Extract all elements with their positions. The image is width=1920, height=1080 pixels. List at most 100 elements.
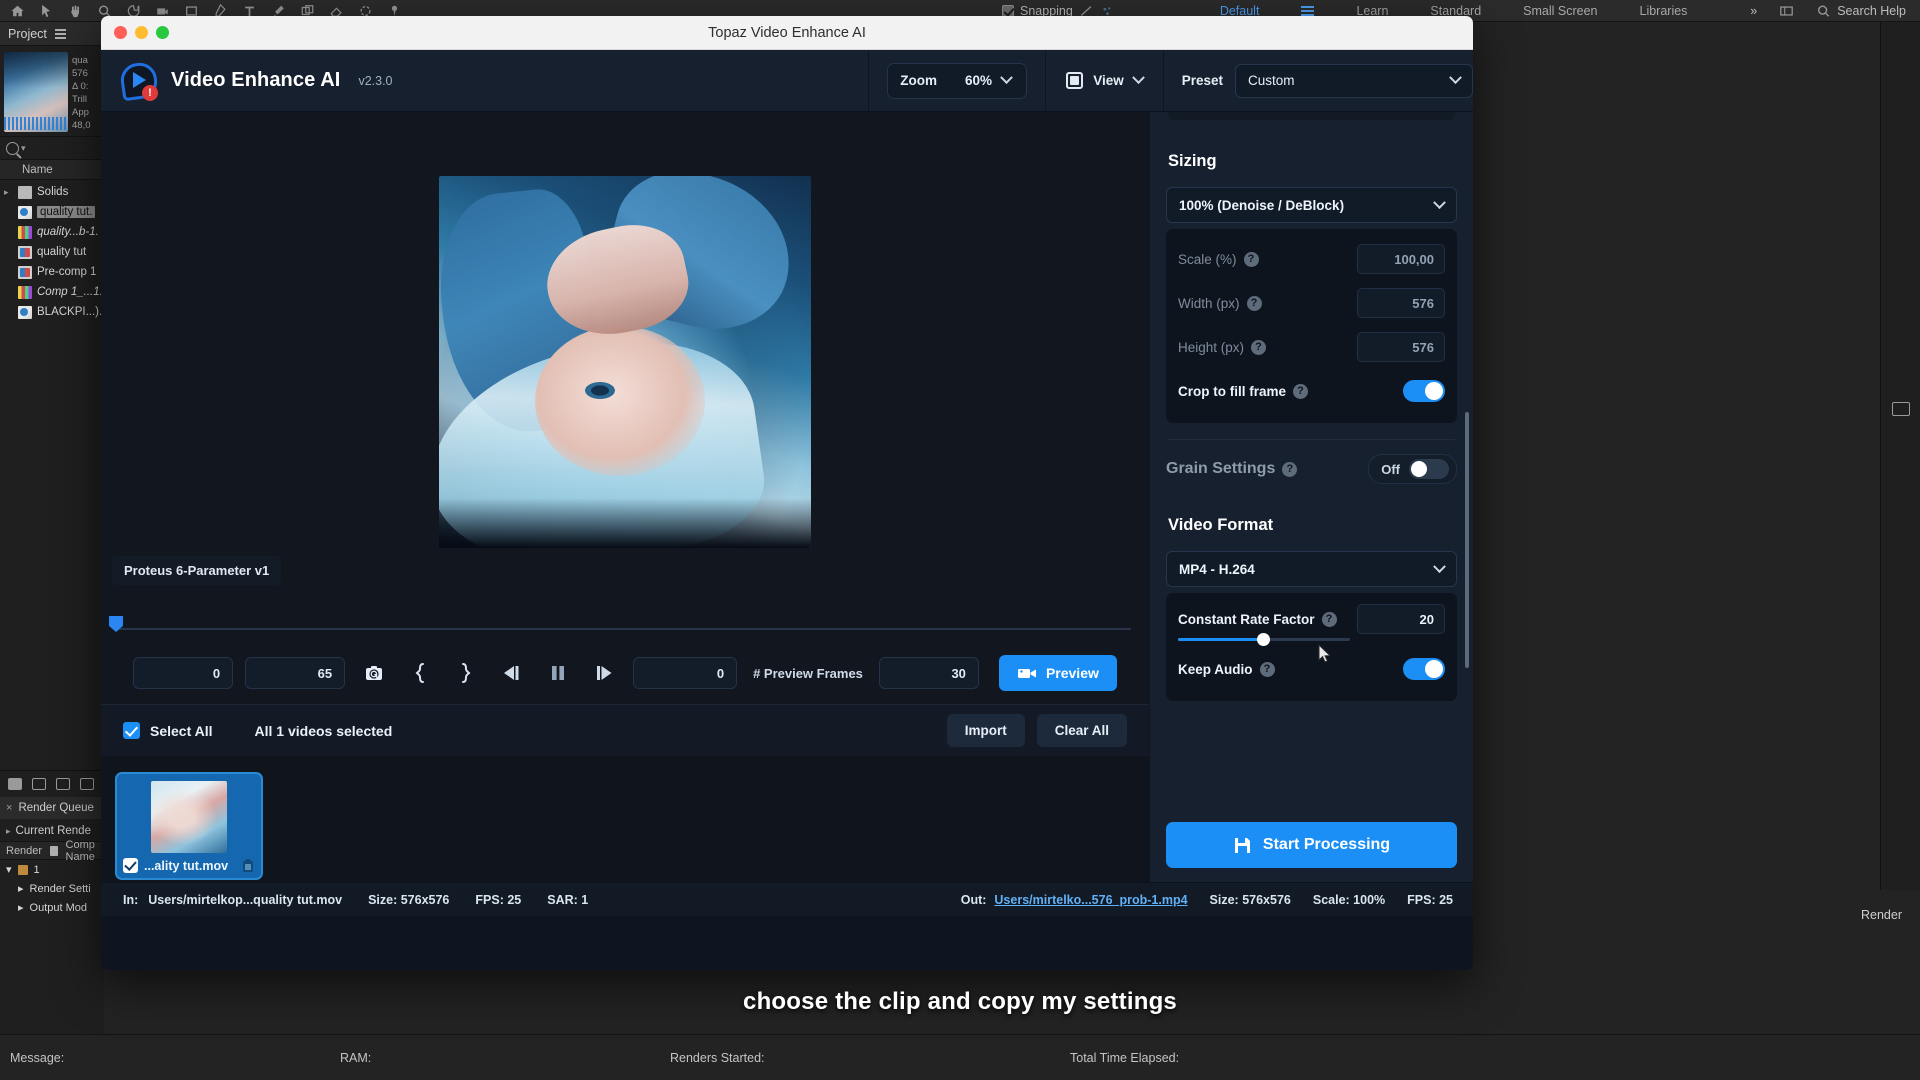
chevron-down-icon[interactable]: ▾ <box>21 143 26 154</box>
render-button[interactable]: Render <box>1861 908 1902 922</box>
video-preview-area[interactable]: Proteus 6-Parameter v1 <box>101 112 1149 612</box>
end-frame-input[interactable]: 65 <box>245 657 346 689</box>
current-frame-input[interactable]: 0 <box>633 657 738 689</box>
codec-value: MP4 - H.264 <box>1179 561 1255 577</box>
preset-dropdown[interactable]: Custom <box>1235 63 1473 98</box>
home-icon[interactable] <box>10 4 25 18</box>
help-icon[interactable]: ? <box>1243 251 1259 267</box>
set-out-point-icon[interactable] <box>449 656 483 690</box>
workspace-tab-libraries[interactable]: Libraries <box>1640 4 1688 18</box>
grain-toggle-wrap[interactable]: Off <box>1368 454 1457 484</box>
project-toolbar[interactable] <box>0 771 104 797</box>
chevron-down-icon[interactable] <box>1433 195 1446 209</box>
crop-to-fill-toggle[interactable] <box>1403 380 1445 402</box>
project-item-list[interactable]: ▸ Solids quality tut. quality...b-1. qua… <box>0 180 103 322</box>
settings-scrollbar[interactable] <box>1465 412 1469 668</box>
chevron-down-icon[interactable] <box>1131 71 1145 85</box>
render-color-swatch <box>17 864 28 875</box>
chevron-down-icon[interactable] <box>1000 71 1013 85</box>
disclosure-icon[interactable]: ▸ <box>6 826 11 837</box>
preview-frames-input[interactable]: 30 <box>878 657 979 689</box>
start-processing-button[interactable]: Start Processing <box>1166 822 1457 868</box>
list-item[interactable]: Pre-comp 1 <box>0 262 103 282</box>
disclosure-icon[interactable]: ▸ <box>18 882 24 895</box>
search-help[interactable]: Search Help <box>1816 4 1906 18</box>
crf-slider-handle[interactable] <box>1257 633 1271 646</box>
width-input[interactable]: 576 <box>1357 288 1445 318</box>
search-icon[interactable] <box>1816 4 1831 18</box>
crf-input[interactable]: 20 <box>1357 604 1445 634</box>
help-icon[interactable]: ? <box>1293 383 1309 399</box>
scale-input[interactable]: 100,00 <box>1357 244 1445 274</box>
render-queue-tab-label[interactable]: Render Queue <box>18 802 93 814</box>
select-all-checkbox[interactable] <box>123 722 140 739</box>
help-icon[interactable]: ? <box>1246 295 1262 311</box>
workspace-overflow-icon[interactable]: » <box>1750 4 1757 18</box>
workspace-menu-icon[interactable] <box>1301 5 1315 16</box>
menubar-right-cluster[interactable]: » Search Help <box>1750 4 1920 18</box>
step-back-icon[interactable] <box>495 656 529 690</box>
help-icon[interactable]: ? <box>1282 461 1298 477</box>
search-icon[interactable] <box>6 141 19 155</box>
delete-file-icon[interactable] <box>241 858 255 873</box>
disclosure-icon[interactable]: ▾ <box>6 863 12 876</box>
list-item[interactable]: quality tut <box>0 242 103 262</box>
effects-panel-icon[interactable] <box>1891 402 1910 416</box>
step-forward-icon[interactable] <box>587 656 621 690</box>
close-icon[interactable]: × <box>6 802 12 814</box>
project-search-row[interactable]: ▾ <box>0 136 103 160</box>
file-select-checkbox[interactable] <box>123 858 138 873</box>
arrow-tool-icon[interactable] <box>39 4 54 18</box>
set-in-point-icon[interactable] <box>403 656 437 690</box>
disclosure-icon[interactable]: ▸ <box>4 187 13 198</box>
out-path-link[interactable]: Users/mirtelko...576_prob-1.mp4 <box>994 893 1187 907</box>
height-input[interactable]: 576 <box>1357 332 1445 362</box>
file-filmstrip: ...ality tut.mov <box>101 756 1149 882</box>
project-tab-label[interactable]: Project <box>8 27 47 41</box>
list-item[interactable]: BLACKPI...). <box>0 302 103 322</box>
list-item[interactable]: quality tut. <box>0 202 103 222</box>
selection-count-label: All 1 videos selected <box>254 722 393 739</box>
table-row[interactable]: ▸ Output Mod <box>0 898 104 917</box>
hand-tool-icon[interactable] <box>68 4 83 18</box>
search-help-label[interactable]: Search Help <box>1837 4 1906 18</box>
keep-audio-toggle[interactable] <box>1403 658 1445 680</box>
chevron-down-icon[interactable] <box>1433 559 1446 573</box>
codec-dropdown[interactable]: MP4 - H.264 <box>1166 551 1457 587</box>
project-panel-tab[interactable]: Project <box>0 22 103 46</box>
new-folder-icon[interactable] <box>8 778 22 790</box>
chevron-down-icon[interactable] <box>1449 71 1462 85</box>
clear-all-button[interactable]: Clear All <box>1036 714 1127 747</box>
preview-button[interactable]: Preview <box>998 655 1117 691</box>
new-comp-icon[interactable] <box>32 778 46 790</box>
video-file-card[interactable]: ...ality tut.mov <box>115 772 263 880</box>
table-row[interactable]: ▾ 1 <box>0 860 104 879</box>
help-icon[interactable]: ? <box>1321 611 1337 627</box>
crop-to-fill-row: Crop to fill frame? <box>1178 369 1445 413</box>
table-row[interactable]: ▸ Render Setti <box>0 879 104 898</box>
snapping-checkbox[interactable] <box>1002 4 1014 17</box>
view-control[interactable]: View <box>1066 71 1145 89</box>
disclosure-icon[interactable]: ▸ <box>18 901 24 914</box>
grain-toggle[interactable] <box>1409 459 1449 479</box>
list-item[interactable]: quality...b-1. <box>0 222 103 242</box>
sizing-mode-dropdown[interactable]: 100% (Denoise / DeBlock) <box>1166 187 1457 223</box>
pause-icon[interactable] <box>541 656 575 690</box>
panel-menu-icon[interactable] <box>54 28 66 39</box>
start-frame-input[interactable]: 0 <box>133 657 234 689</box>
list-item[interactable]: ▸ Solids <box>0 182 103 202</box>
timeline-scrubber[interactable] <box>101 612 1149 642</box>
help-icon[interactable]: ? <box>1259 661 1275 677</box>
list-item[interactable]: Comp 1_...1. <box>0 282 103 302</box>
settings-icon[interactable] <box>56 778 70 790</box>
help-icon[interactable]: ? <box>1251 339 1267 355</box>
import-button[interactable]: Import <box>946 714 1025 747</box>
delete-icon[interactable] <box>80 778 94 790</box>
timeline-track[interactable] <box>113 628 1131 630</box>
ai-model-label: Proteus 6-Parameter v1 <box>112 556 282 585</box>
reset-icon[interactable] <box>357 656 391 690</box>
workspace-tab-small-screen[interactable]: Small Screen <box>1523 4 1597 18</box>
render-queue-tab[interactable]: × Render Queue <box>0 797 104 819</box>
zoom-control[interactable]: Zoom 60% <box>887 62 1028 99</box>
layout-grid-icon[interactable] <box>1779 4 1794 18</box>
